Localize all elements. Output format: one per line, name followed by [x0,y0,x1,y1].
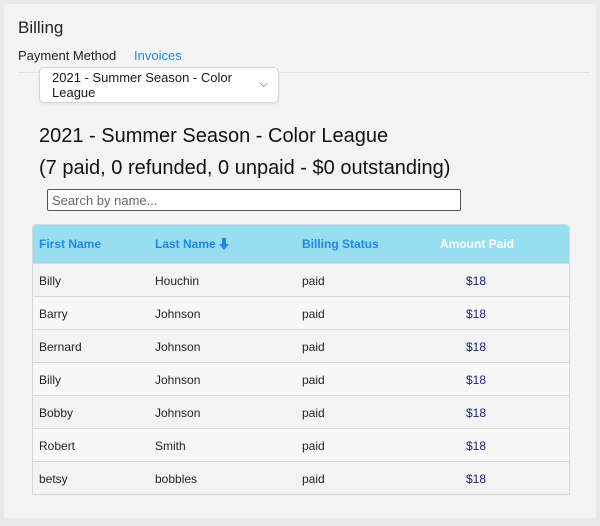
billing-summary: (7 paid, 0 refunded, 0 unpaid - $0 outst… [39,157,451,179]
last-name-cell: Johnson [155,340,201,354]
chevron-down-icon: ⌵ [259,78,268,90]
season-select[interactable]: 2021 - Summer Season - Color League ⌵ [39,67,279,103]
amount-paid-cell: $18 [466,373,487,387]
table-row[interactable]: Bobby Johnson paid $18 [33,395,569,428]
page-title: Billing [18,18,64,37]
sort-down-arrow-icon [218,238,229,250]
first-name-cell: Bernard [39,340,82,354]
last-name-cell: bobbles [155,472,198,486]
column-header-last-name[interactable]: Last Name [155,237,230,251]
last-name-cell: Johnson [155,307,201,321]
last-name-cell: Johnson [155,406,201,420]
season-heading: 2021 - Summer Season - Color League [39,125,389,147]
first-name-cell: betsy [39,472,68,486]
last-name-cell: Johnson [155,373,201,387]
season-select-value: 2021 - Summer Season - Color League [52,70,232,100]
first-name-cell: Barry [39,307,68,321]
search-input[interactable] [47,189,461,211]
amount-paid-cell: $18 [466,274,487,288]
table-header: First Name Last Name Billing Status Amou… [33,225,569,263]
last-name-cell: Smith [155,439,186,453]
billing-status-cell: paid [302,439,325,453]
billing-panel: Billing Payment Method Invoices 2021 - S… [4,4,596,518]
billing-status-cell: paid [302,472,325,486]
amount-paid-cell: $18 [466,472,487,486]
column-header-last-name-label: Last Name [155,237,216,251]
invoices-table: First Name Last Name Billing Status Amou… [32,224,570,495]
billing-status-cell: paid [302,307,325,321]
first-name-cell: Bobby [39,406,74,420]
first-name-cell: Billy [39,274,62,288]
amount-paid-cell: $18 [466,340,487,354]
table-row[interactable]: Billy Johnson paid $18 [33,362,569,395]
last-name-cell: Houchin [155,274,200,288]
billing-status-cell: paid [302,406,325,420]
column-header-first-name[interactable]: First Name [39,237,101,251]
column-header-amount-paid[interactable]: Amount Paid [440,237,514,251]
first-name-cell: Robert [39,439,76,453]
table-row[interactable]: Bernard Johnson paid $18 [33,329,569,362]
table-row[interactable]: betsy bobbles paid $18 [33,461,569,494]
amount-paid-cell: $18 [466,439,487,453]
table-row[interactable]: Billy Houchin paid $18 [33,263,569,296]
table-body: Billy Houchin paid $18 Barry Johnson paid $18 Be… [33,263,569,494]
amount-paid-cell: $18 [466,307,487,321]
table-row[interactable]: Robert Smith paid $18 [33,428,569,461]
billing-status-cell: paid [302,373,325,387]
billing-status-cell: paid [302,274,325,288]
amount-paid-cell: $18 [466,406,487,420]
billing-status-cell: paid [302,340,325,354]
column-header-billing-status[interactable]: Billing Status [302,237,379,251]
first-name-cell: Billy [39,373,62,387]
tab-payment-method[interactable]: Payment Method [18,48,116,69]
table-row[interactable]: Barry Johnson paid $18 [33,296,569,329]
